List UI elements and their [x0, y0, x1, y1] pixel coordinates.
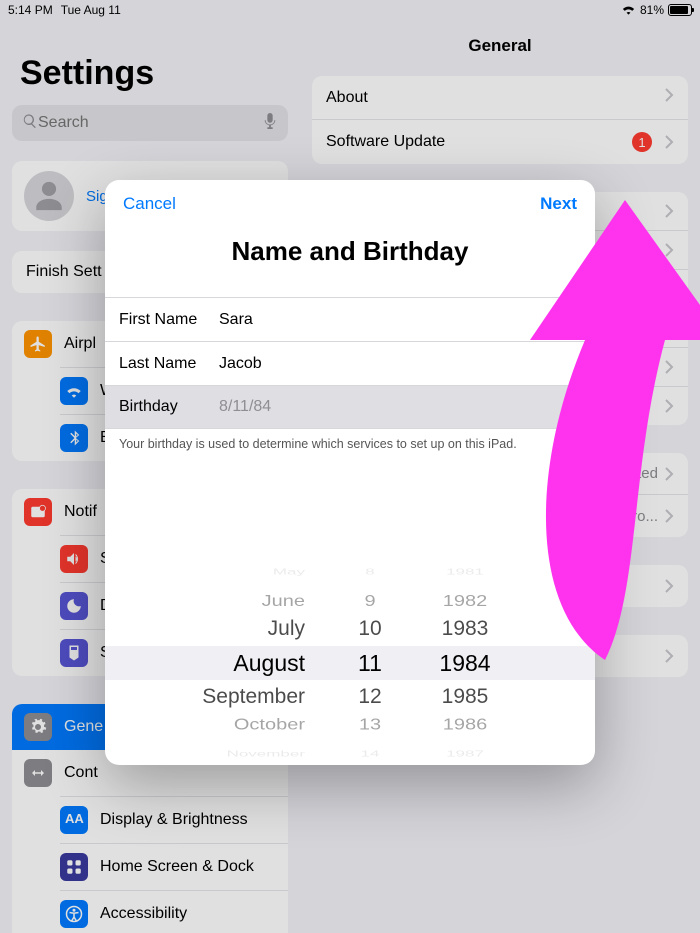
birthday-hint: Your birthday is used to determine which…: [105, 429, 595, 459]
wifi-icon: [621, 3, 636, 18]
row-detail: nnected: [605, 465, 658, 482]
sidebar-item-label: Notif: [64, 503, 97, 521]
picker-item[interactable]: June: [145, 588, 305, 615]
picker-item[interactable]: 10: [335, 612, 405, 646]
last-name-value[interactable]: Jacob: [219, 355, 262, 373]
row-about[interactable]: About: [312, 76, 688, 119]
picker-item[interactable]: 1981: [415, 564, 515, 581]
picker-item[interactable]: 8: [335, 564, 405, 581]
search-field[interactable]: [12, 105, 288, 141]
picker-item[interactable]: 1987: [415, 746, 515, 763]
first-name-label: First Name: [119, 311, 219, 329]
picker-item[interactable]: 1983: [415, 612, 515, 646]
picker-item[interactable]: 11: [335, 646, 405, 680]
date-picker[interactable]: May JuneJulyAugustSeptemberOctober Novembe…: [105, 561, 595, 765]
chevron-right-icon: [664, 135, 674, 149]
row-label: About: [326, 89, 368, 107]
row-icon: [60, 545, 88, 573]
picker-item[interactable]: 1984: [415, 646, 515, 680]
row-icon: [60, 900, 88, 928]
row-icon: [60, 639, 88, 667]
picker-item[interactable]: October: [145, 711, 305, 738]
sidebar-item[interactable]: Home Screen & Dock: [60, 843, 288, 890]
chevron-right-icon: [664, 579, 674, 593]
birthday-label: Birthday: [119, 398, 219, 416]
picker-item[interactable]: 13: [335, 711, 405, 738]
status-bar: 5:14 PM Tue Aug 11 81%: [0, 0, 700, 20]
group-about: About Software Update 1: [312, 76, 688, 164]
sidebar-item[interactable]: AA Display & Brightness: [60, 796, 288, 843]
name-birthday-modal: Cancel Next Name and Birthday First Name…: [105, 180, 595, 765]
birthday-value: 8/11/84: [219, 398, 271, 416]
picker-years[interactable]: 1981 19821983198419851986 1987: [415, 561, 515, 765]
row-icon: [60, 853, 88, 881]
badge-count: 1: [632, 132, 652, 152]
row-icon: [24, 498, 52, 526]
picker-item[interactable]: 9: [335, 588, 405, 615]
next-button[interactable]: Next: [540, 194, 577, 214]
picker-item[interactable]: 1982: [415, 588, 515, 615]
status-date: Tue Aug 11: [61, 3, 121, 17]
row-icon: [60, 592, 88, 620]
row-label: Software Update: [326, 133, 445, 151]
picker-item[interactable]: 14: [335, 746, 405, 763]
finish-setup-label: Finish Sett: [26, 263, 102, 281]
row-icon: [24, 713, 52, 741]
search-input[interactable]: [38, 114, 264, 132]
sidebar-item-label: Airpl: [64, 335, 96, 353]
birthday-row[interactable]: Birthday 8/11/84: [105, 385, 595, 429]
chevron-right-icon: [664, 467, 674, 481]
row-icon: [60, 377, 88, 405]
picker-months[interactable]: May JuneJulyAugustSeptemberOctober Novembe…: [145, 561, 325, 765]
avatar: [24, 171, 74, 221]
chevron-right-icon: [664, 88, 674, 107]
cancel-button[interactable]: Cancel: [123, 194, 176, 214]
row-icon: [24, 759, 52, 787]
sidebar-item[interactable]: Accessibility: [60, 890, 288, 933]
first-name-row[interactable]: First Name Sara: [105, 297, 595, 341]
row-icon: [24, 330, 52, 358]
picker-item[interactable]: 1986: [415, 711, 515, 738]
sidebar-item-label: Display & Brightness: [100, 811, 248, 829]
modal-title: Name and Birthday: [105, 236, 595, 267]
chevron-right-icon: [664, 649, 674, 663]
detail-title: General: [300, 36, 700, 56]
mic-icon[interactable]: [264, 113, 278, 134]
row-software-update[interactable]: Software Update 1: [312, 119, 688, 164]
chevron-right-icon: [664, 509, 674, 523]
page-title: Settings: [20, 54, 288, 93]
picker-days[interactable]: 8 910111213 14: [335, 561, 405, 765]
picker-item[interactable]: 1985: [415, 680, 515, 714]
sidebar-item-label: Cont: [64, 764, 98, 782]
sidebar-item-label: Home Screen & Dock: [100, 858, 254, 876]
row-icon: AA: [60, 806, 88, 834]
last-name-row[interactable]: Last Name Jacob: [105, 341, 595, 385]
last-name-label: Last Name: [119, 355, 219, 373]
row-icon: [60, 424, 88, 452]
battery-icon: [668, 4, 692, 16]
battery-percent: 81%: [640, 3, 664, 17]
sidebar-item-label: Gene: [64, 718, 103, 736]
picker-item[interactable]: September: [145, 680, 305, 714]
picker-item[interactable]: May: [145, 564, 305, 581]
picker-item[interactable]: August: [145, 646, 305, 680]
picker-item[interactable]: 12: [335, 680, 405, 714]
picker-item[interactable]: November: [145, 746, 305, 763]
picker-item[interactable]: July: [145, 612, 305, 646]
first-name-value[interactable]: Sara: [219, 311, 253, 329]
sidebar-item-label: Accessibility: [100, 905, 187, 923]
status-time: 5:14 PM: [8, 3, 53, 17]
search-icon: [22, 113, 38, 134]
